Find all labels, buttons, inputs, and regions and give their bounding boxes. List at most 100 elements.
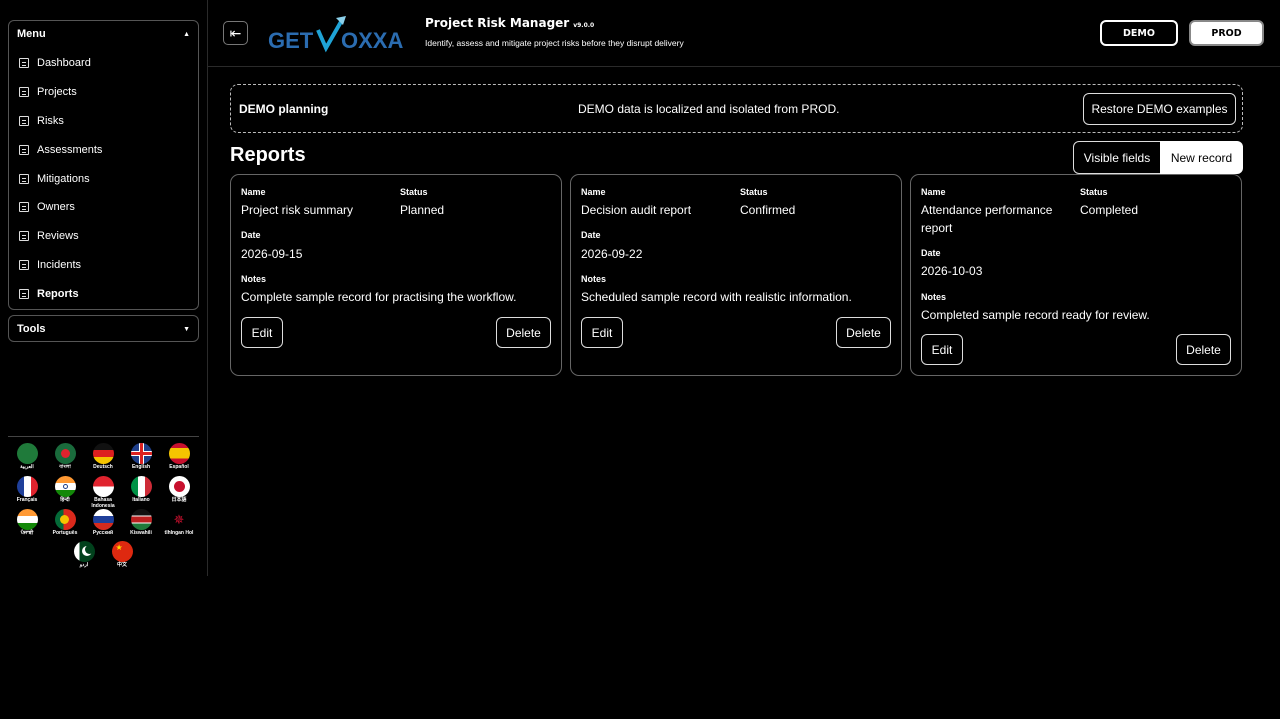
edit-button[interactable]: Edit	[921, 334, 963, 365]
document-icon	[19, 288, 29, 299]
document-icon	[19, 144, 29, 155]
lang-label: Deutsch	[93, 464, 113, 470]
lang-english[interactable]: English	[123, 443, 159, 471]
banner-title: DEMO planning	[239, 102, 329, 116]
lang-japanese[interactable]: 日本語	[161, 476, 197, 504]
record-notes: Complete sample record for practising th…	[241, 290, 517, 304]
document-icon	[19, 231, 29, 242]
lang-label: Bahasa Indonesia	[91, 497, 115, 509]
record-date: 2026-10-03	[921, 264, 983, 278]
document-icon	[19, 202, 29, 213]
lang-punjabi[interactable]: ਪੰਜਾਬੀ	[9, 509, 45, 537]
notes-label: Notes	[921, 292, 947, 302]
flag-france-icon	[16, 476, 38, 497]
flag-india-icon	[16, 509, 38, 530]
divider	[8, 436, 199, 437]
sidebar-item-owners[interactable]: Owners	[9, 193, 198, 222]
app-subtitle: Identify, assess and mitigate project ri…	[425, 38, 684, 48]
record-notes: Completed sample record ready for review…	[921, 308, 1150, 322]
lang-german[interactable]: Deutsch	[85, 443, 121, 471]
record-status: Planned	[400, 203, 445, 217]
lang-urdu[interactable]: اردو	[66, 541, 102, 569]
lang-label: Español	[169, 464, 189, 470]
lang-label: 中文	[116, 562, 127, 568]
lang-spanish[interactable]: Español	[161, 443, 197, 471]
lang-label: اردو	[79, 562, 89, 568]
record-card: Name Status Project risk summary Planned…	[230, 174, 562, 376]
sidebar: Menu ▲ Dashboard Projects Risks Assessme…	[0, 0, 208, 576]
document-icon	[19, 259, 29, 270]
flag-indonesia-icon	[92, 476, 114, 497]
lang-label: tlhIngan Hol	[164, 530, 194, 536]
notes-label: Notes	[581, 274, 607, 284]
lang-label: English	[131, 464, 151, 470]
tools-title: Tools	[17, 323, 46, 335]
lang-russian[interactable]: Русский	[85, 509, 121, 537]
record-name: Attendance performance report	[921, 203, 1053, 235]
lang-label: Português	[52, 530, 78, 536]
lang-label: Italiano	[132, 497, 150, 503]
demo-env-button[interactable]: DEMO	[1100, 20, 1178, 46]
record-card: Name Status Decision audit report Confir…	[570, 174, 902, 376]
flag-india-icon	[54, 476, 76, 497]
sidebar-item-dashboard[interactable]: Dashboard	[9, 49, 198, 78]
menu-panel: Menu ▲ Dashboard Projects Risks Assessme…	[8, 20, 199, 310]
lang-label: Русский	[92, 530, 114, 536]
lang-label: हिन्दी	[60, 497, 70, 503]
lang-hindi[interactable]: हिन्दी	[47, 476, 83, 504]
tools-toggle[interactable]: Tools ▼	[9, 316, 198, 342]
lang-italian[interactable]: Italiano	[123, 476, 159, 504]
edit-button[interactable]: Edit	[581, 317, 623, 348]
app-version: v9.0.0	[573, 22, 595, 29]
status-label: Status	[400, 187, 428, 197]
sidebar-item-assessments[interactable]: Assessments	[9, 135, 198, 164]
document-icon	[19, 58, 29, 69]
app-title: Project Risk Manager v9.0.0	[425, 16, 594, 30]
lang-chinese[interactable]: ★ 中文	[104, 541, 140, 569]
chevron-up-icon: ▲	[183, 30, 190, 38]
flag-spain-icon	[168, 443, 190, 464]
lang-indonesian[interactable]: Bahasa Indonesia	[85, 476, 121, 509]
sidebar-item-reports[interactable]: Reports	[9, 279, 198, 308]
new-record-button[interactable]: New record	[1160, 141, 1243, 174]
sidebar-item-incidents[interactable]: Incidents	[9, 251, 198, 280]
lang-bengali[interactable]: বাংলা	[47, 443, 83, 471]
banner-text: DEMO data is localized and isolated from…	[578, 102, 840, 116]
prod-env-button[interactable]: PROD	[1189, 20, 1264, 46]
document-icon	[19, 115, 29, 126]
flag-portugal-icon	[54, 509, 76, 530]
date-label: Date	[921, 248, 941, 258]
lang-arabic[interactable]: العربية	[9, 443, 45, 471]
klingon-emblem-icon: ✵	[168, 509, 190, 530]
lang-swahili[interactable]: Kiswahili	[123, 509, 159, 537]
logo: GET OXXA	[268, 16, 403, 53]
restore-demo-button[interactable]: Restore DEMO examples	[1083, 93, 1236, 125]
record-date: 2026-09-22	[581, 247, 643, 261]
edit-button[interactable]: Edit	[241, 317, 283, 348]
sidebar-item-risks[interactable]: Risks	[9, 107, 198, 136]
sidebar-item-mitigations[interactable]: Mitigations	[9, 164, 198, 193]
chevron-down-icon: ▼	[183, 325, 190, 333]
sidebar-item-reviews[interactable]: Reviews	[9, 222, 198, 251]
delete-button[interactable]: Delete	[496, 317, 551, 348]
date-label: Date	[241, 230, 261, 240]
visible-fields-button[interactable]: Visible fields	[1073, 141, 1161, 174]
flag-russia-icon	[92, 509, 114, 530]
record-name: Project risk summary	[241, 203, 354, 217]
record-status: Completed	[1080, 203, 1139, 217]
flag-germany-icon	[92, 443, 114, 464]
menu-list: Dashboard Projects Risks Assessments Mit…	[9, 47, 198, 308]
page-title: Reports	[230, 144, 306, 166]
record-status: Confirmed	[740, 203, 796, 217]
tools-panel[interactable]: Tools ▼	[8, 315, 199, 342]
lang-portuguese[interactable]: Português	[47, 509, 83, 537]
sidebar-item-label: Assessments	[37, 143, 103, 156]
collapse-sidebar-button[interactable]: ⇤	[223, 21, 248, 45]
sidebar-item-projects[interactable]: Projects	[9, 78, 198, 107]
sidebar-item-label: Mitigations	[37, 172, 90, 185]
lang-klingon[interactable]: ✵ tlhIngan Hol	[161, 509, 197, 537]
delete-button[interactable]: Delete	[836, 317, 891, 348]
menu-toggle[interactable]: Menu ▲	[9, 21, 198, 47]
lang-french[interactable]: Français	[9, 476, 45, 504]
delete-button[interactable]: Delete	[1176, 334, 1231, 365]
